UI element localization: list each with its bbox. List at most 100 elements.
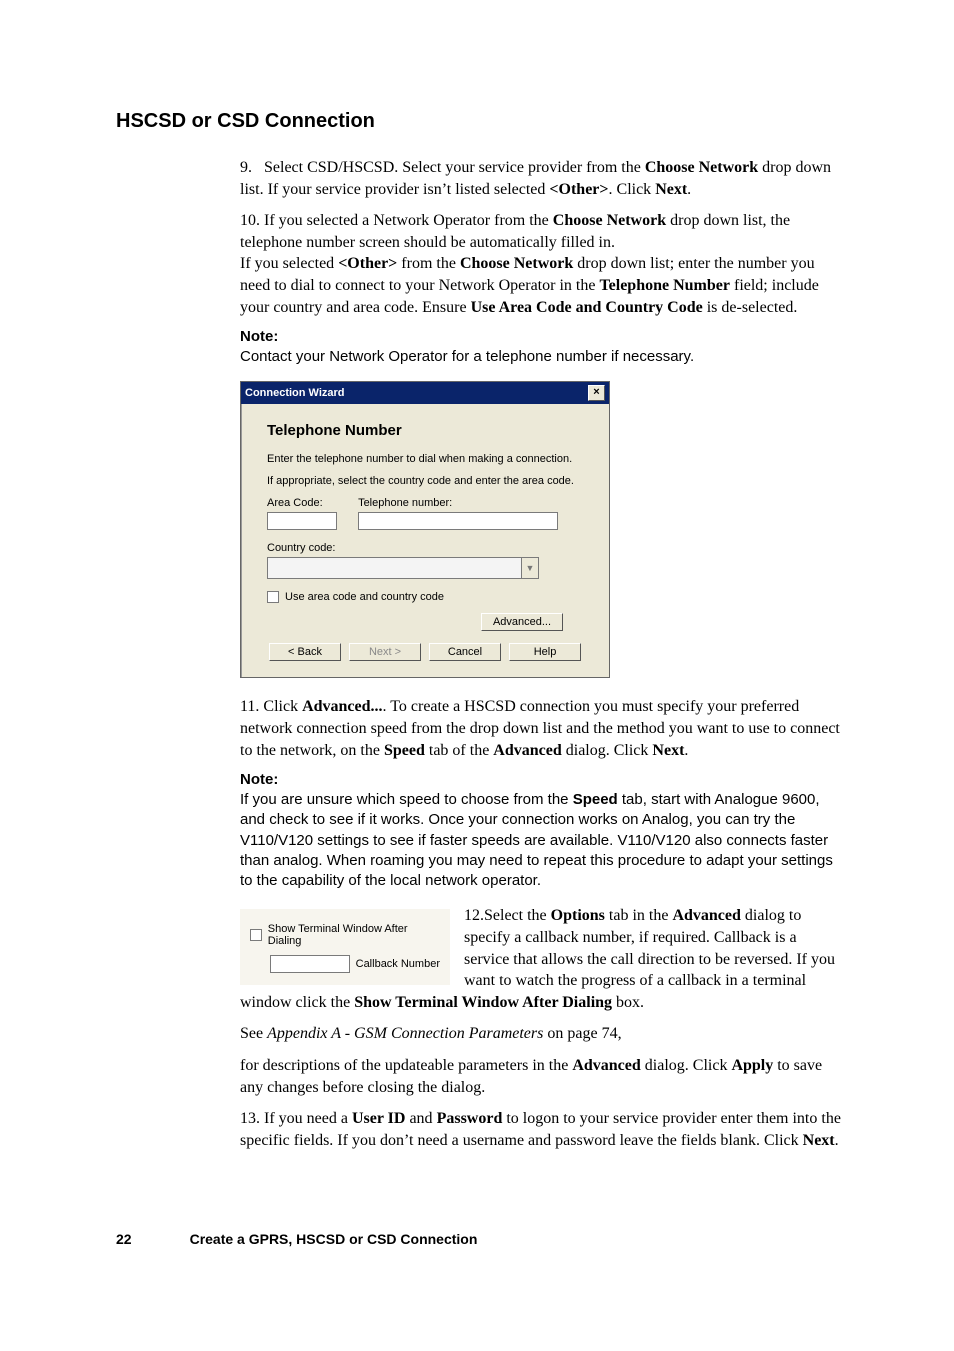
step12-c: tab in the xyxy=(605,907,673,924)
back-button[interactable]: < Back xyxy=(269,643,341,661)
step9-text-e: . Click xyxy=(609,181,656,198)
callback-number-input[interactable] xyxy=(270,955,350,973)
step-12-see: See Appendix A - GSM Connection Paramete… xyxy=(240,1023,844,1045)
step11-i: . xyxy=(684,742,688,759)
step10-choose-network: Choose Network xyxy=(553,212,666,229)
step12-options: Options xyxy=(551,907,605,924)
section-heading: HSCSD or CSD Connection xyxy=(116,110,844,133)
step-number: 11. xyxy=(240,698,263,715)
step10-text-f: from the xyxy=(397,255,460,272)
step10-text-d: If you selected xyxy=(240,255,338,272)
step10-text-l: is de-selected. xyxy=(703,299,798,316)
step12-j: on page 74, xyxy=(543,1025,621,1042)
step-number: 9. xyxy=(240,159,264,176)
step9-other: <Other> xyxy=(549,181,608,198)
show-terminal-checkbox[interactable] xyxy=(250,929,262,941)
cancel-button[interactable]: Cancel xyxy=(429,643,501,661)
step12-appendix: Appendix A - GSM Connection Parameters xyxy=(267,1025,543,1042)
page-root: HSCSD or CSD Connection 9. Select CSD/HS… xyxy=(0,0,954,1297)
telephone-label: Telephone number: xyxy=(358,497,558,509)
page-footer: 22 Create a GPRS, HSCSD or CSD Connection xyxy=(116,1231,844,1247)
note2-speed: Speed xyxy=(573,791,618,808)
dialog-body: Telephone Number Enter the telephone num… xyxy=(241,404,609,677)
connection-wizard-dialog: Connection Wizard × Telephone Number Ent… xyxy=(240,381,610,678)
step10-other: <Other> xyxy=(338,255,397,272)
step13-g: . xyxy=(835,1132,839,1149)
step-12-wrapper: Show Terminal Window After Dialing Callb… xyxy=(240,905,844,1055)
step12-cont-c: dialog. Click xyxy=(641,1057,732,1074)
note-label: Note: xyxy=(240,328,844,345)
dialog-instruction-1: Enter the telephone number to dial when … xyxy=(267,453,591,465)
step9-next: Next xyxy=(655,181,687,198)
step13-userid: User ID xyxy=(352,1110,405,1127)
step10-text-a: If you selected a Network Operator from … xyxy=(264,212,553,229)
step-list-cont: 11. Click Advanced.... To create a HSCSD… xyxy=(240,696,844,761)
options-snippet: Show Terminal Window After Dialing Callb… xyxy=(240,909,450,985)
step12-cont-apply: Apply xyxy=(731,1057,773,1074)
step12-advanced: Advanced xyxy=(672,907,740,924)
step12-cont-advanced: Advanced xyxy=(572,1057,640,1074)
options-box: Show Terminal Window After Dialing Callb… xyxy=(240,909,450,985)
step13-c: and xyxy=(405,1110,436,1127)
step12-show-terminal: Show Terminal Window After Dialing xyxy=(354,994,612,1011)
show-terminal-label: Show Terminal Window After Dialing xyxy=(268,923,440,947)
page-number: 22 xyxy=(116,1231,132,1247)
step-11: 11. Click Advanced.... To create a HSCSD… xyxy=(240,696,844,761)
close-icon[interactable]: × xyxy=(588,385,605,401)
step13-next: Next xyxy=(803,1132,835,1149)
dialog-instruction-2: If appropriate, select the country code … xyxy=(267,475,591,487)
step-list-cont2: 13. If you need a User ID and Password t… xyxy=(240,1108,844,1151)
content-block: 9. Select CSD/HSCSD. Select your service… xyxy=(240,157,844,1151)
telephone-input[interactable] xyxy=(358,512,558,530)
step11-speed: Speed xyxy=(384,742,425,759)
step9-text-a: Select CSD/HSCSD. Select your service pr… xyxy=(264,159,645,176)
step11-e: tab of the xyxy=(425,742,493,759)
dialog-heading: Telephone Number xyxy=(267,422,591,439)
step13-a: If you need a xyxy=(264,1110,352,1127)
footer-title: Create a GPRS, HSCSD or CSD Connection xyxy=(190,1231,478,1247)
dialog-titlebar: Connection Wizard × xyxy=(241,382,609,404)
step-number: 13. xyxy=(240,1110,264,1127)
step12-a: 12.Select the xyxy=(464,907,551,924)
step-13: 13. If you need a User ID and Password t… xyxy=(240,1108,844,1151)
step-10: 10. If you selected a Network Operator f… xyxy=(240,210,844,318)
area-code-input[interactable] xyxy=(267,512,337,530)
note-body-2: If you are unsure which speed to choose … xyxy=(240,790,844,891)
country-code-select[interactable]: ▼ xyxy=(267,557,539,579)
field-row-phone: Area Code: Telephone number: xyxy=(267,497,591,530)
use-area-code-row: Use area code and country code xyxy=(267,591,591,603)
show-terminal-row: Show Terminal Window After Dialing xyxy=(250,923,440,947)
step11-a: Click xyxy=(263,698,302,715)
step10-telephone-number: Telephone Number xyxy=(599,277,730,294)
step12-cont-a: for descriptions of the updateable param… xyxy=(240,1057,572,1074)
note-body: Contact your Network Operator for a tele… xyxy=(240,347,844,367)
step13-password: Password xyxy=(437,1110,503,1127)
next-button[interactable]: Next > xyxy=(349,643,421,661)
callback-number-label: Callback Number xyxy=(356,958,440,970)
step-9: 9. Select CSD/HSCSD. Select your service… xyxy=(240,157,844,200)
area-code-label: Area Code: xyxy=(267,497,337,509)
step12-h: See xyxy=(240,1025,267,1042)
step12-g: box. xyxy=(612,994,644,1011)
step11-advanced: Advanced... xyxy=(302,698,382,715)
advanced-row: Advanced... xyxy=(267,613,591,631)
note-label-2: Note: xyxy=(240,771,844,788)
use-area-code-checkbox[interactable] xyxy=(267,591,279,603)
callback-row: Callback Number xyxy=(250,955,440,973)
use-area-code-label: Use area code and country code xyxy=(285,591,444,603)
step9-text-g: . xyxy=(687,181,691,198)
dialog-nav-row: < Back Next > Cancel Help xyxy=(259,643,591,661)
field-row-country: Country code: ▼ xyxy=(267,542,591,579)
step10-choose-network2: Choose Network xyxy=(460,255,573,272)
step-number: 10. xyxy=(240,212,264,229)
step9-choose-network: Choose Network xyxy=(645,159,758,176)
advanced-button[interactable]: Advanced... xyxy=(481,613,563,631)
step-list: 9. Select CSD/HSCSD. Select your service… xyxy=(240,157,844,318)
dialog-title: Connection Wizard xyxy=(245,387,345,399)
country-code-label: Country code: xyxy=(267,542,591,554)
step11-advanced2: Advanced xyxy=(493,742,561,759)
step10-use-area: Use Area Code and Country Code xyxy=(471,299,703,316)
chevron-down-icon: ▼ xyxy=(521,558,538,578)
note2-a: If you are unsure which speed to choose … xyxy=(240,791,573,808)
help-button[interactable]: Help xyxy=(509,643,581,661)
